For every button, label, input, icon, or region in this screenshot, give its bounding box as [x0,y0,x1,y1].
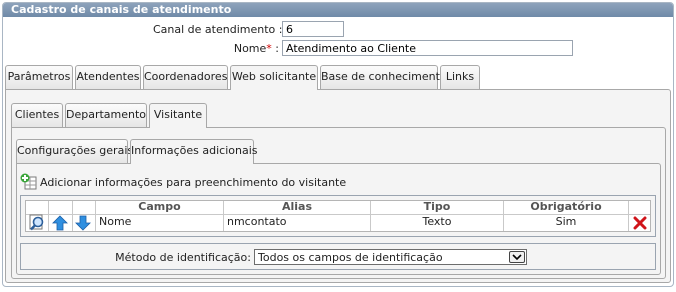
canal-field[interactable] [282,21,344,37]
move-up-arrow-icon[interactable] [52,215,68,231]
cell-campo: Nome [99,215,132,228]
panel-title: Cadastro de canais de atendimento [3,3,673,17]
delete-icon[interactable] [633,216,647,230]
add-info-button[interactable]: Adicionar informações para preenchimento… [20,173,346,191]
tab-base-de-conhecimento[interactable]: Base de conhecimento [320,65,447,89]
cell-alias: nmcontato [227,215,287,228]
edit-search-icon[interactable] [29,214,47,231]
identification-select[interactable]: Todos os campos de identificação [254,249,527,265]
header-alias: Alias [281,200,313,213]
channel-form-panel: Cadastro de canais de atendimento Canal … [2,2,674,287]
chevron-down-icon [512,254,522,261]
add-info-label: Adicionar informações para preenchimento… [40,176,347,189]
nome-field[interactable] [282,40,573,56]
add-table-icon [20,173,37,190]
tab-parametros[interactable]: Parâmetros [5,65,73,89]
identification-selected-value: Todos os campos de identificação [258,251,443,264]
web-solicitante-panel: Clientes Departamento Visitante Configur… [5,89,671,283]
fields-table: Campo Alias Tipo Obrigatório Nome nmcont… [20,195,656,237]
move-down-arrow-icon[interactable] [75,215,91,231]
canal-label: Canal de atendimento : [153,23,283,36]
col-divider [48,201,49,231]
tab-configuracoes-gerais[interactable]: Configurações gerais [16,139,133,163]
col-divider [72,201,73,231]
col-divider [628,201,629,231]
header-tipo: Tipo [423,200,451,213]
nome-label: Nome* : [153,42,279,55]
table-body: Campo Alias Tipo Obrigatório Nome nmcont… [25,200,651,232]
tab-clientes[interactable]: Clientes [11,103,63,127]
tab-coordenadores[interactable]: Coordenadores [143,65,228,89]
identification-label: Método de identificação: [115,251,251,264]
tab-links[interactable]: Links [440,65,480,89]
tab-departamento[interactable]: Departamento [65,103,147,127]
tab-web-solicitante[interactable]: Web solicitante [230,65,318,90]
dropdown-button[interactable] [509,251,525,263]
header-obrigatorio: Obrigatório [530,200,602,213]
identification-box: Método de identificação: Todos os campos… [20,243,656,270]
visitante-panel: Configurações gerais Informações adicion… [11,127,666,279]
informacoes-adicionais-panel: Adicionar informações para preenchimento… [16,163,661,275]
tab-informacoes-adicionais[interactable]: Informações adicionais [130,139,258,164]
nome-label-sep: : [271,42,279,55]
nome-label-text: Nome [233,42,267,55]
tab-atendentes[interactable]: Atendentes [75,65,141,89]
cell-obrigatorio: Sim [555,215,577,228]
header-campo: Campo [138,200,181,213]
cell-tipo: Texto [422,215,452,228]
tab-visitante[interactable]: Visitante [149,103,207,128]
